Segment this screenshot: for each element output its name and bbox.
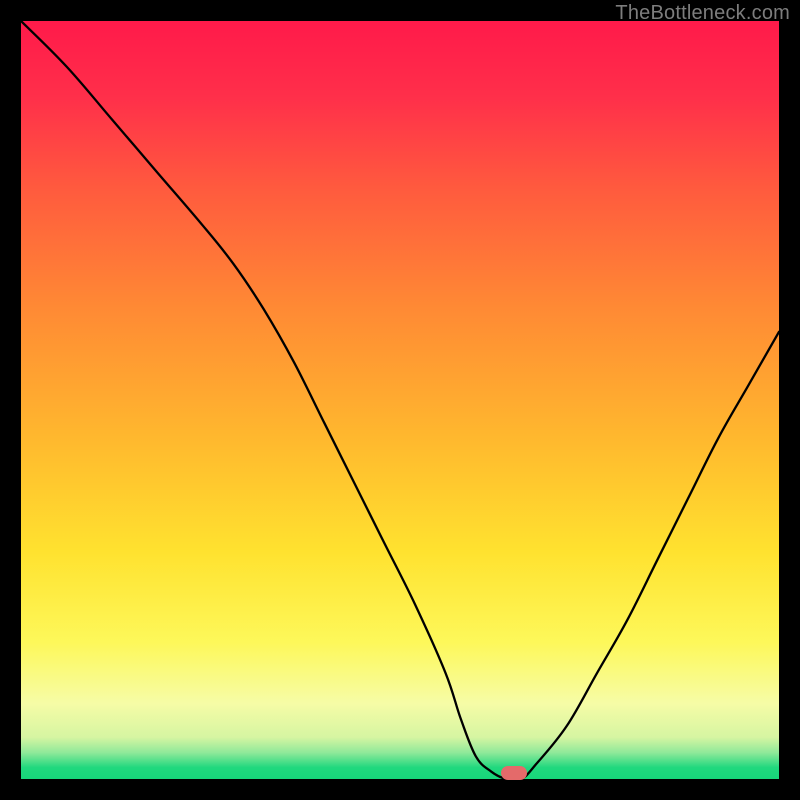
optimal-marker	[501, 766, 527, 780]
watermark-text: TheBottleneck.com	[615, 2, 790, 25]
chart-frame: TheBottleneck.com	[0, 0, 800, 800]
plot-area	[21, 21, 779, 779]
